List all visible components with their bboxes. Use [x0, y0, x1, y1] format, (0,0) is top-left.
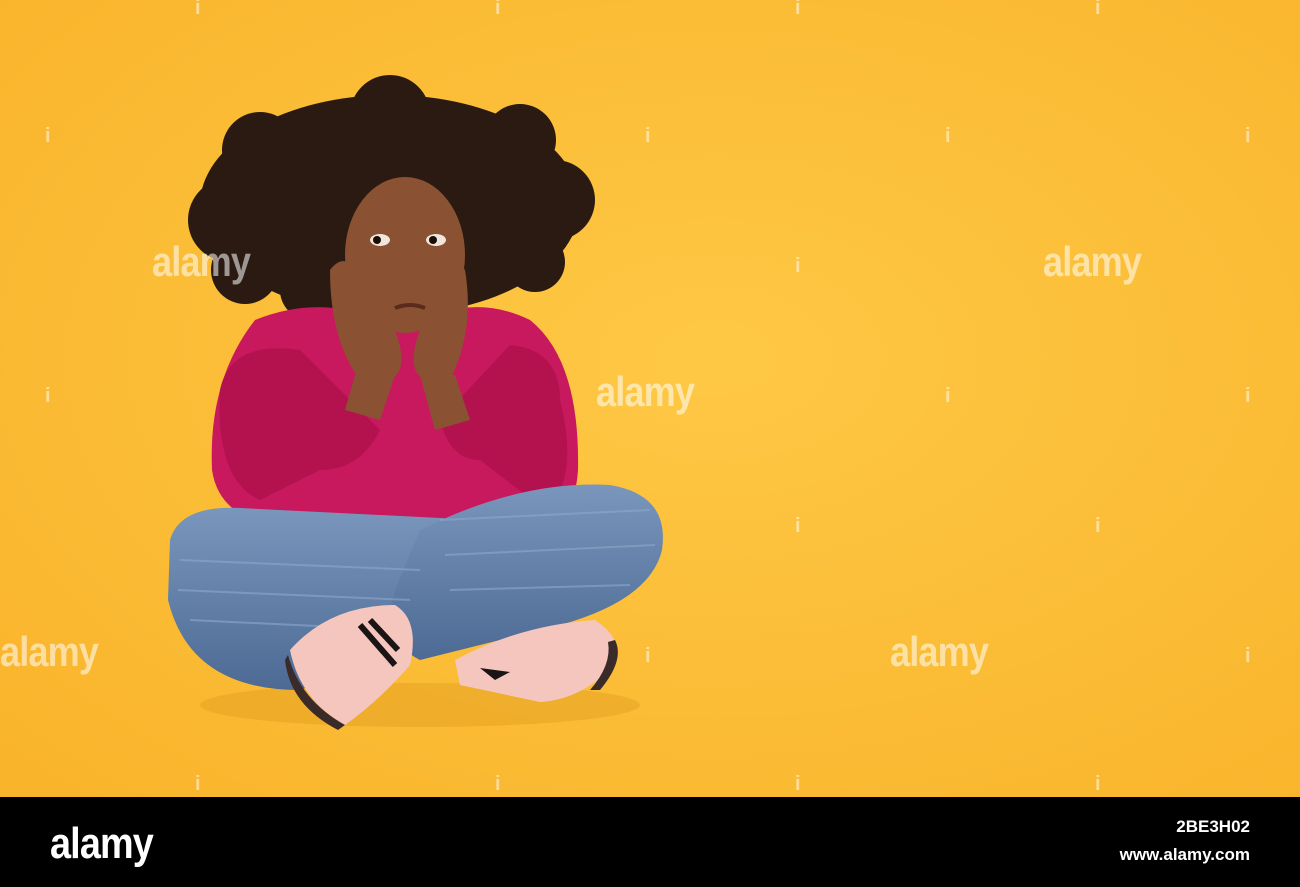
watermark-text: alamy: [0, 628, 99, 675]
footer-bar: alamy 2BE3H02 www.alamy.com: [0, 797, 1300, 887]
watermark-marker: i: [645, 645, 651, 667]
stock-photo: alamy alamy alamy alamy alamy i i i i i …: [0, 0, 1300, 797]
watermark-marker: i: [795, 773, 801, 795]
watermark-text: alamy: [152, 238, 251, 285]
site-url[interactable]: www.alamy.com: [1120, 845, 1250, 865]
watermark-marker: i: [1095, 773, 1101, 795]
watermark-marker: i: [795, 0, 801, 19]
watermark-marker: i: [495, 0, 501, 19]
watermark-marker: i: [1245, 125, 1251, 147]
watermark-text: alamy: [890, 628, 989, 675]
watermark-marker: i: [495, 773, 501, 795]
watermark-marker: i: [795, 515, 801, 537]
image-id: 2BE3H02: [1176, 817, 1250, 836]
watermark-text: alamy: [1043, 238, 1142, 285]
watermark-text: alamy: [596, 368, 695, 415]
watermark-marker: i: [795, 255, 801, 277]
watermark-marker: i: [1245, 385, 1251, 407]
alamy-logo[interactable]: alamy: [50, 819, 154, 869]
watermark-marker: i: [945, 385, 951, 407]
watermark-marker: i: [645, 125, 651, 147]
watermark-marker: i: [195, 0, 201, 19]
watermark-marker: i: [45, 385, 51, 407]
watermark-marker: i: [945, 125, 951, 147]
watermark-marker: i: [45, 125, 51, 147]
watermark-marker: i: [1245, 645, 1251, 667]
watermark-marker: i: [195, 773, 201, 795]
watermark-marker: i: [1095, 0, 1101, 19]
watermark-marker: i: [1095, 515, 1101, 537]
